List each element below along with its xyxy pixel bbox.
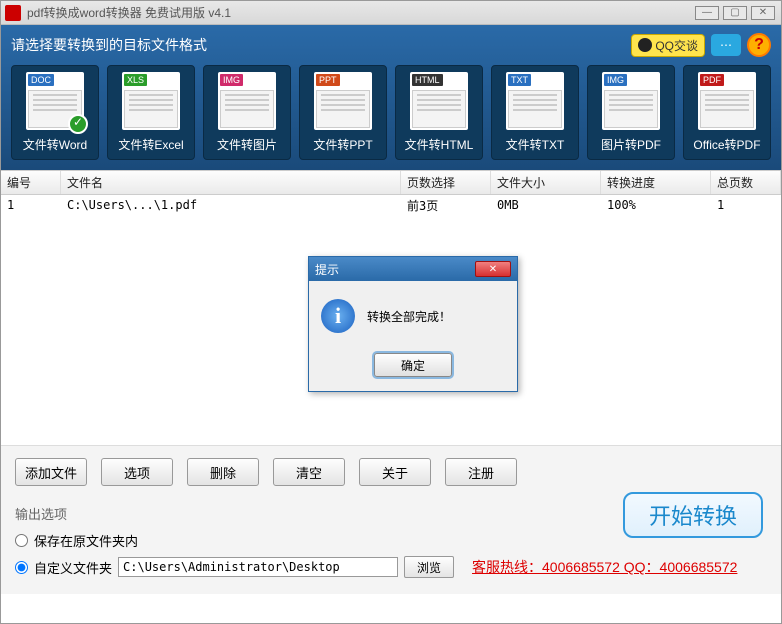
- format-tag: IMG: [220, 74, 243, 86]
- format-tag: HTML: [412, 74, 443, 86]
- format-thumb: TXT: [506, 72, 564, 130]
- format-tag: IMG: [604, 74, 627, 86]
- maximize-button[interactable]: ▢: [723, 6, 747, 20]
- output-path-input[interactable]: [118, 557, 398, 577]
- register-button[interactable]: 注册: [445, 458, 517, 486]
- format-tile-4[interactable]: HTML 文件转HTML: [395, 65, 483, 160]
- cell-pages: 前3页: [401, 197, 491, 214]
- format-tag: XLS: [124, 74, 147, 86]
- qq-label: QQ交谈: [655, 37, 698, 54]
- format-tile-1[interactable]: XLS 文件转Excel: [107, 65, 195, 160]
- format-list: DOC 文件转Word XLS 文件转Excel IMG 文件转图片 PPT 文…: [11, 65, 771, 160]
- table-header: 编号 文件名 页数选择 文件大小 转换进度 总页数: [1, 171, 781, 195]
- delete-button[interactable]: 删除: [187, 458, 259, 486]
- format-tile-7[interactable]: PDF Office转PDF: [683, 65, 771, 160]
- radio-same-label: 保存在原文件夹内: [34, 531, 138, 550]
- radio-same-folder[interactable]: [15, 534, 28, 547]
- th-prog[interactable]: 转换进度: [601, 171, 711, 194]
- clear-button[interactable]: 清空: [273, 458, 345, 486]
- close-button[interactable]: ✕: [751, 6, 775, 20]
- options-button[interactable]: 选项: [101, 458, 173, 486]
- th-size[interactable]: 文件大小: [491, 171, 601, 194]
- format-tag: PPT: [316, 74, 340, 86]
- format-tile-5[interactable]: TXT 文件转TXT: [491, 65, 579, 160]
- action-button-row: 添加文件 选项 删除 清空 关于 注册: [1, 445, 781, 498]
- add-file-button[interactable]: 添加文件: [15, 458, 87, 486]
- format-tile-3[interactable]: PPT 文件转PPT: [299, 65, 387, 160]
- radio-custom-label: 自定义文件夹: [34, 558, 112, 577]
- format-preview: [316, 90, 370, 128]
- format-caption: 文件转HTML: [405, 136, 474, 153]
- dialog-close-button[interactable]: ✕: [475, 261, 511, 277]
- help-icon: ?: [754, 36, 764, 54]
- table-row[interactable]: 1 C:\Users\...\1.pdf 前3页 0MB 100% 1: [1, 195, 781, 215]
- chat-button[interactable]: ⋯: [711, 34, 741, 56]
- format-thumb: PPT: [314, 72, 372, 130]
- help-button[interactable]: ?: [747, 33, 771, 57]
- format-tag: PDF: [700, 74, 724, 86]
- chat-icon: ⋯: [720, 38, 732, 52]
- radio-custom-folder[interactable]: [15, 561, 28, 574]
- format-tile-0[interactable]: DOC 文件转Word: [11, 65, 99, 160]
- format-caption: 文件转TXT: [506, 136, 565, 153]
- format-prompt: 请选择要转换到的目标文件格式: [11, 35, 631, 55]
- format-thumb: XLS: [122, 72, 180, 130]
- cell-name: C:\Users\...\1.pdf: [61, 198, 401, 212]
- cell-prog: 100%: [601, 198, 711, 212]
- format-thumb: IMG: [218, 72, 276, 130]
- qq-chat-button[interactable]: QQ交谈: [631, 34, 705, 57]
- output-options: 输出选项 开始转换 保存在原文件夹内 自定义文件夹 浏览 客服热线：400668…: [1, 498, 781, 594]
- format-thumb: IMG: [602, 72, 660, 130]
- start-convert-button[interactable]: 开始转换: [623, 492, 763, 538]
- format-thumb: PDF: [698, 72, 756, 130]
- app-icon: [5, 5, 21, 21]
- minimize-button[interactable]: —: [695, 6, 719, 20]
- hotline-link[interactable]: 客服热线：4006685572 QQ：4006685572: [472, 557, 737, 577]
- th-pages[interactable]: 页数选择: [401, 171, 491, 194]
- format-preview: [124, 90, 178, 128]
- titlebar: pdf转换成word转换器 免费试用版 v4.1 — ▢ ✕: [1, 1, 781, 25]
- format-preview: [508, 90, 562, 128]
- dialog-titlebar: 提示 ✕: [309, 257, 517, 281]
- format-caption: 文件转图片: [217, 136, 277, 153]
- th-name[interactable]: 文件名: [61, 171, 401, 194]
- th-num[interactable]: 编号: [1, 171, 61, 194]
- cell-num: 1: [1, 198, 61, 212]
- format-preview: [412, 90, 466, 128]
- format-preview: [220, 90, 274, 128]
- format-caption: Office转PDF: [693, 136, 760, 153]
- format-thumb: DOC: [26, 72, 84, 130]
- browse-button[interactable]: 浏览: [404, 556, 454, 578]
- cell-size: 0MB: [491, 198, 601, 212]
- format-preview: [700, 90, 754, 128]
- window-title: pdf转换成word转换器 免费试用版 v4.1: [27, 4, 691, 21]
- format-preview: [604, 90, 658, 128]
- format-caption: 文件转Excel: [118, 136, 183, 153]
- format-tag: TXT: [508, 74, 531, 86]
- format-caption: 文件转PPT: [313, 136, 372, 153]
- qq-penguin-icon: [638, 38, 652, 52]
- th-total[interactable]: 总页数: [711, 171, 781, 194]
- format-tile-2[interactable]: IMG 文件转图片: [203, 65, 291, 160]
- format-thumb: HTML: [410, 72, 468, 130]
- about-button[interactable]: 关于: [359, 458, 431, 486]
- format-tile-6[interactable]: IMG 图片转PDF: [587, 65, 675, 160]
- format-caption: 文件转Word: [23, 136, 87, 153]
- selected-check-icon: [68, 114, 88, 134]
- dialog-ok-button[interactable]: 确定: [374, 353, 452, 377]
- format-caption: 图片转PDF: [601, 136, 661, 153]
- format-tag: DOC: [28, 74, 54, 86]
- dialog-title: 提示: [315, 261, 339, 278]
- dialog-message: 转换全部完成！: [367, 308, 451, 325]
- cell-total: 1: [711, 198, 781, 212]
- header: 请选择要转换到的目标文件格式 QQ交谈 ⋯ ? DOC 文件转Word XLS …: [1, 25, 781, 170]
- info-dialog: 提示 ✕ i 转换全部完成！ 确定: [308, 256, 518, 392]
- info-icon: i: [321, 299, 355, 333]
